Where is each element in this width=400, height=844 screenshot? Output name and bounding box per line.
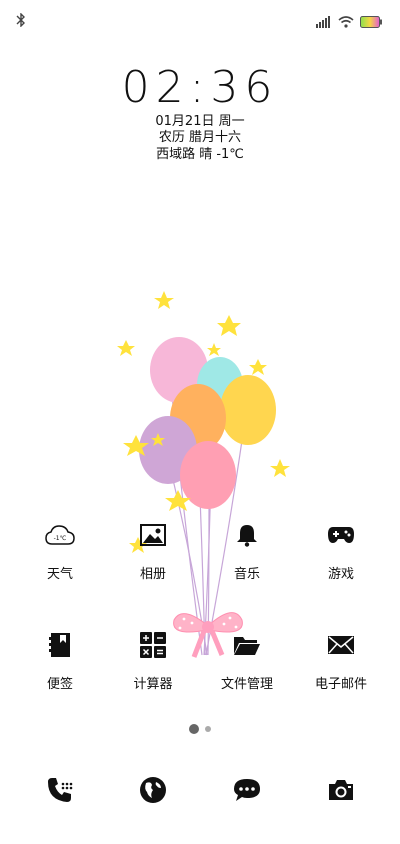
app-calculator[interactable]: 计算器 xyxy=(113,625,193,692)
app-label: 便签 xyxy=(46,677,73,692)
app-gallery[interactable]: 相册 xyxy=(113,515,193,582)
app-label: 计算器 xyxy=(133,677,173,692)
notes-icon xyxy=(40,625,80,665)
page-dot-active[interactable] xyxy=(189,724,199,734)
dock xyxy=(0,770,400,810)
app-label: 相册 xyxy=(139,567,166,582)
bluetooth-icon xyxy=(16,12,26,31)
app-label: 音乐 xyxy=(233,567,260,582)
app-weather[interactable]: -1℃ 天气 xyxy=(20,515,100,582)
status-bar xyxy=(0,0,400,40)
folder-icon xyxy=(227,625,267,665)
weather-text: 西域路 晴 -1℃ xyxy=(156,147,244,162)
app-notes[interactable]: 便签 xyxy=(20,625,100,692)
weather-icon: -1℃ xyxy=(40,515,80,555)
gamepad-icon xyxy=(321,515,361,555)
app-label: 电子邮件 xyxy=(314,677,367,692)
camera-icon[interactable] xyxy=(321,770,361,810)
bell-icon xyxy=(227,515,267,555)
svg-text:-1℃: -1℃ xyxy=(54,535,67,542)
app-file-manager[interactable]: 文件管理 xyxy=(207,625,287,692)
signal-icon xyxy=(316,13,332,32)
browser-icon[interactable] xyxy=(133,770,173,810)
page-dot[interactable] xyxy=(205,726,211,732)
battery-icon xyxy=(360,13,382,32)
calculator-icon xyxy=(133,625,173,665)
app-label: 文件管理 xyxy=(220,677,273,692)
app-games[interactable]: 游戏 xyxy=(301,515,381,582)
gallery-icon xyxy=(133,515,173,555)
page-indicator[interactable] xyxy=(0,724,400,734)
clock-time: 02:36 xyxy=(121,62,279,113)
messages-icon[interactable] xyxy=(227,770,267,810)
phone-icon[interactable] xyxy=(40,770,80,810)
app-label: 天气 xyxy=(46,567,73,582)
app-label: 游戏 xyxy=(327,567,354,582)
balloon-wallpaper xyxy=(112,285,302,675)
mail-icon xyxy=(321,625,361,665)
app-music[interactable]: 音乐 xyxy=(207,515,287,582)
wifi-icon xyxy=(338,13,354,32)
app-email[interactable]: 电子邮件 xyxy=(301,625,381,692)
